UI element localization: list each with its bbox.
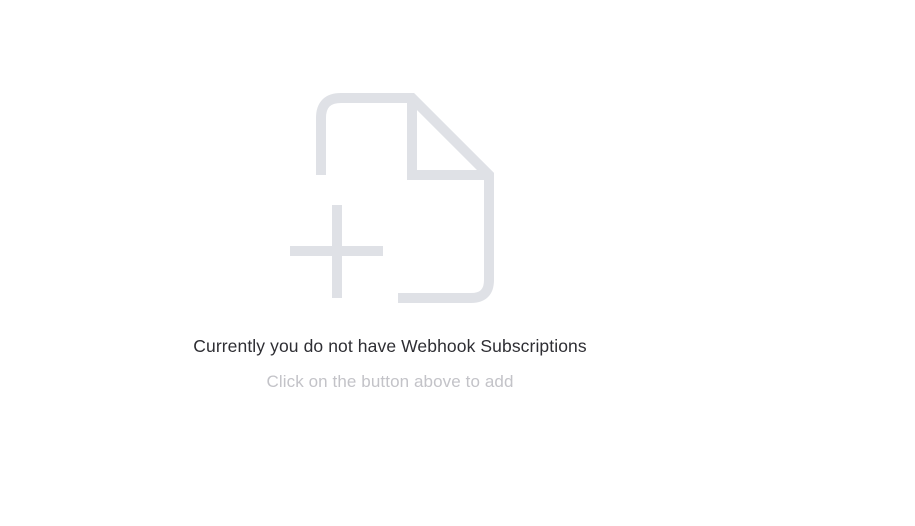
empty-state: Currently you do not have Webhook Subscr… <box>0 0 915 526</box>
empty-state-subtitle: Click on the button above to add <box>266 372 514 391</box>
empty-state-title: Currently you do not have Webhook Subscr… <box>193 336 587 356</box>
add-file-icon <box>284 88 500 308</box>
